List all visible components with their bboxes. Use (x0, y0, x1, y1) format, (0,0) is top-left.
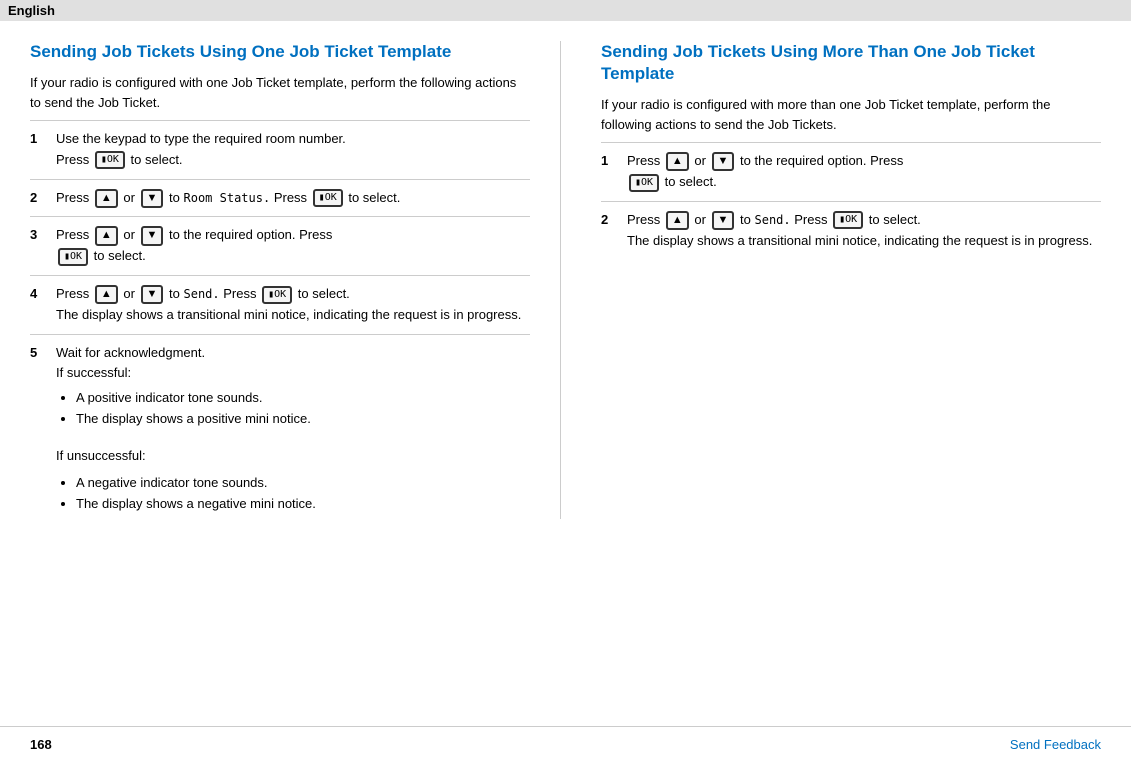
step-number: 1 (30, 129, 46, 146)
bullet-item: A negative indicator tone sounds. (76, 473, 530, 494)
left-step-4: 4 Press ▲ or ▼ to Send. Press ▮OK to sel… (30, 275, 530, 334)
step-number: 1 (601, 151, 617, 168)
step2-sub: The display shows a transitional mini no… (627, 233, 1092, 248)
room-status-code: Room Status. (184, 191, 271, 205)
left-step-2: 2 Press ▲ or ▼ to Room Status. Press ▮OK… (30, 179, 530, 217)
right-intro: If your radio is configured with more th… (601, 95, 1101, 134)
up-button-icon: ▲ (666, 152, 689, 171)
main-content: Sending Job Tickets Using One Job Ticket… (0, 21, 1131, 539)
left-title: Sending Job Tickets Using One Job Ticket… (30, 41, 530, 63)
step-content: Press ▲ or ▼ to Send. Press ▮OK to selec… (627, 210, 1101, 252)
bullet-item: The display shows a positive mini notice… (76, 409, 530, 430)
down-button-icon: ▼ (141, 226, 164, 245)
down-button-icon: ▼ (712, 211, 735, 230)
bullet-item: A positive indicator tone sounds. (76, 388, 530, 409)
step-content: Press ▲ or ▼ to the required option. Pre… (627, 151, 1101, 193)
left-step-1: 1 Use the keypad to type the required ro… (30, 120, 530, 179)
page-number: 168 (30, 737, 52, 752)
right-column: Sending Job Tickets Using More Than One … (591, 41, 1101, 519)
ok-button-icon: ▮OK (313, 189, 343, 207)
right-steps: 1 Press ▲ or ▼ to the required option. P… (601, 142, 1101, 259)
language-label: English (8, 3, 55, 18)
ok-button-icon: ▮OK (629, 174, 659, 192)
successful-list: A positive indicator tone sounds. The di… (56, 388, 530, 430)
ok-button-icon: ▮OK (833, 211, 863, 229)
unsuccessful-section: If unsuccessful: A negative indicator to… (30, 446, 530, 515)
left-step-3: 3 Press ▲ or ▼ to the required option. P… (30, 216, 530, 275)
down-button-icon: ▼ (141, 189, 164, 208)
left-intro: If your radio is configured with one Job… (30, 73, 530, 112)
down-button-icon: ▼ (141, 285, 164, 304)
step-content: Press ▲ or ▼ to Room Status. Press ▮OK t… (56, 188, 530, 209)
step4-sub: The display shows a transitional mini no… (56, 307, 521, 322)
step1-text: Use the keypad to type the required room… (56, 131, 346, 146)
step-content: Press ▲ or ▼ to the required option. Pre… (56, 225, 530, 267)
right-step-2: 2 Press ▲ or ▼ to Send. Press ▮OK to sel… (601, 201, 1101, 260)
send-feedback-link[interactable]: Send Feedback (1010, 737, 1101, 752)
down-button-icon: ▼ (712, 152, 735, 171)
wait-text: Wait for acknowledgment. (56, 345, 205, 360)
up-button-icon: ▲ (95, 189, 118, 208)
left-column: Sending Job Tickets Using One Job Ticket… (30, 41, 561, 519)
send-code: Send. (755, 213, 791, 227)
ok-button-icon: ▮OK (58, 248, 88, 266)
step-content: Press ▲ or ▼ to Send. Press ▮OK to selec… (56, 284, 530, 326)
ok-button-icon: ▮OK (95, 151, 125, 169)
right-title: Sending Job Tickets Using More Than One … (601, 41, 1101, 85)
step-number: 2 (30, 188, 46, 205)
right-step-1: 1 Press ▲ or ▼ to the required option. P… (601, 142, 1101, 201)
step-number: 5 (30, 343, 46, 360)
footer: 168 Send Feedback (0, 726, 1131, 762)
step-number: 2 (601, 210, 617, 227)
bullet-item: The display shows a negative mini notice… (76, 494, 530, 515)
if-unsuccessful-text: If unsuccessful: (56, 446, 530, 466)
step-number: 3 (30, 225, 46, 242)
up-button-icon: ▲ (95, 285, 118, 304)
step-number: 4 (30, 284, 46, 301)
send-code: Send. (184, 287, 220, 301)
if-successful-text: If successful: (56, 365, 131, 380)
ok-button-icon: ▮OK (262, 286, 292, 304)
step-content: Wait for acknowledgment. If successful: … (56, 343, 530, 434)
up-button-icon: ▲ (666, 211, 689, 230)
up-button-icon: ▲ (95, 226, 118, 245)
language-bar: English (0, 0, 1131, 21)
left-steps: 1 Use the keypad to type the required ro… (30, 120, 530, 442)
unsuccessful-list: A negative indicator tone sounds. The di… (56, 473, 530, 515)
step-content: Use the keypad to type the required room… (56, 129, 530, 171)
left-step-5: 5 Wait for acknowledgment. If successful… (30, 334, 530, 442)
